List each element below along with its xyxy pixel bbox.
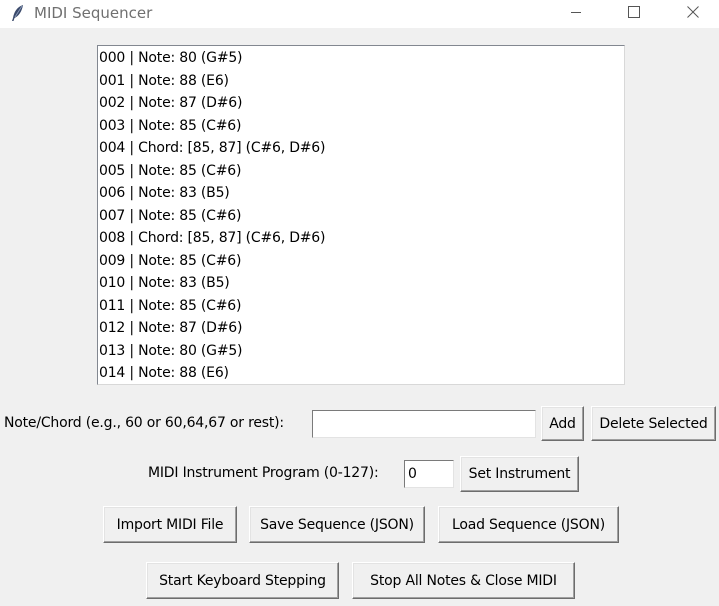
sequence-list-item[interactable]: 010 | Note: 83 (B5): [98, 272, 624, 295]
sequence-list-item[interactable]: 004 | Chord: [85, 87] (C#6, D#6): [98, 137, 624, 160]
sequence-list-item[interactable]: 001 | Note: 88 (E6): [98, 70, 624, 93]
sequence-list-item[interactable]: 007 | Note: 85 (C#6): [98, 205, 624, 228]
sequence-list-item[interactable]: 014 | Note: 88 (E6): [98, 362, 624, 384]
sequence-list-item[interactable]: 002 | Note: 87 (D#6): [98, 92, 624, 115]
window-title: MIDI Sequencer: [34, 4, 153, 22]
note-chord-label: Note/Chord (e.g., 60 or 60,64,67 or rest…: [4, 415, 284, 431]
close-icon: [687, 6, 699, 22]
sequence-list: 000 | Note: 80 (G#5) 001 | Note: 88 (E6) 0…: [98, 46, 624, 384]
sequence-list-item[interactable]: 003 | Note: 85 (C#6): [98, 115, 624, 138]
app-window: MIDI Sequencer 000 | Note: 80 (G#5) 001 |…: [0, 0, 719, 606]
save-sequence-button[interactable]: Save Sequence (JSON): [249, 506, 425, 543]
import-midi-button[interactable]: Import MIDI File: [103, 506, 237, 543]
note-chord-input[interactable]: [312, 410, 536, 438]
sequence-listbox[interactable]: 000 | Note: 80 (G#5) 001 | Note: 88 (E6) 0…: [97, 45, 625, 385]
load-sequence-button[interactable]: Load Sequence (JSON): [438, 506, 619, 543]
instrument-program-input[interactable]: 0: [404, 460, 454, 488]
maximize-button[interactable]: [611, 0, 657, 28]
title-bar[interactable]: MIDI Sequencer: [0, 0, 719, 28]
sequence-list-item[interactable]: 000 | Note: 80 (G#5): [98, 47, 624, 70]
maximize-icon: [628, 6, 640, 22]
sequence-list-item[interactable]: 006 | Note: 83 (B5): [98, 182, 624, 205]
sequence-list-item[interactable]: 011 | Note: 85 (C#6): [98, 295, 624, 318]
close-button[interactable]: [670, 0, 716, 28]
sequence-list-item[interactable]: 009 | Note: 85 (C#6): [98, 250, 624, 273]
instrument-program-label: MIDI Instrument Program (0-127):: [148, 465, 379, 481]
sequence-list-item[interactable]: 013 | Note: 80 (G#5): [98, 340, 624, 363]
feather-icon: [10, 4, 26, 22]
sequence-list-item[interactable]: 012 | Note: 87 (D#6): [98, 317, 624, 340]
delete-selected-button[interactable]: Delete Selected: [591, 406, 716, 441]
stop-all-notes-button[interactable]: Stop All Notes & Close MIDI: [352, 562, 575, 599]
minimize-icon: [570, 6, 582, 22]
minimize-button[interactable]: [553, 0, 599, 28]
add-button[interactable]: Add: [541, 406, 584, 441]
set-instrument-button[interactable]: Set Instrument: [460, 456, 579, 492]
start-keyboard-stepping-button[interactable]: Start Keyboard Stepping: [146, 562, 339, 599]
sequence-list-item[interactable]: 005 | Note: 85 (C#6): [98, 160, 624, 183]
sequence-list-item[interactable]: 008 | Chord: [85, 87] (C#6, D#6): [98, 227, 624, 250]
